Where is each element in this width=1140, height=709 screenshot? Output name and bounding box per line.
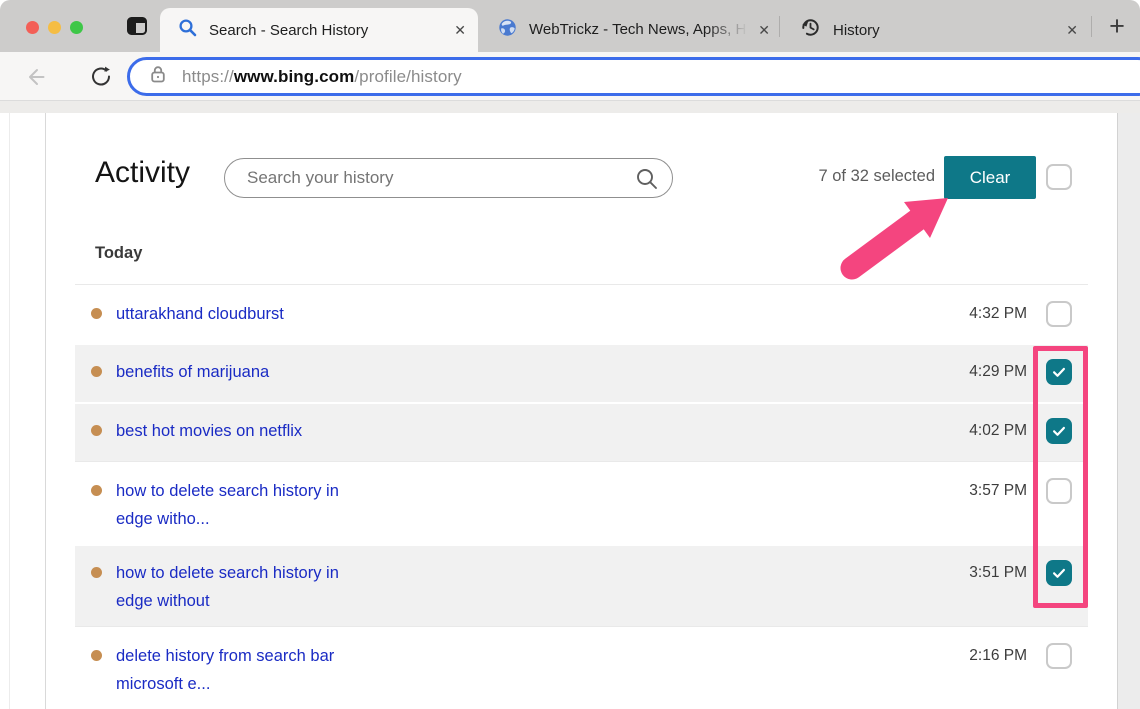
activity-panel: Activity 7 of 32 selected Clear Today ut… bbox=[75, 113, 1088, 709]
page-left-divider bbox=[9, 113, 10, 709]
history-query-link[interactable]: how to delete search history in edge wit… bbox=[116, 559, 362, 615]
url-scheme: https:// bbox=[182, 67, 234, 86]
result-dot-icon bbox=[91, 366, 102, 377]
history-list: uttarakhand cloudburst 4:32 PM benefits of… bbox=[75, 284, 1088, 709]
scrollbar-track[interactable] bbox=[1117, 113, 1140, 709]
address-bar[interactable]: https://www.bing.com/profile/history bbox=[127, 57, 1140, 96]
tab-webtrickz[interactable]: WebTrickz - Tech News, Apps, H ✕ bbox=[482, 8, 778, 52]
close-tab-icon[interactable]: ✕ bbox=[758, 22, 770, 39]
clear-button[interactable]: Clear bbox=[944, 156, 1036, 199]
history-time: 4:02 PM bbox=[969, 417, 1027, 445]
url-path: /profile/history bbox=[354, 67, 461, 86]
url-text: https://www.bing.com/profile/history bbox=[182, 67, 462, 87]
new-tab-button[interactable]: + bbox=[1098, 10, 1136, 42]
history-row: uttarakhand cloudburst 4:32 PM bbox=[75, 284, 1088, 343]
history-query-link[interactable]: best hot movies on netflix bbox=[116, 417, 302, 445]
result-dot-icon bbox=[91, 485, 102, 496]
close-window-button[interactable] bbox=[26, 21, 39, 34]
selection-status: 7 of 32 selected bbox=[819, 167, 936, 186]
history-clock-icon bbox=[800, 17, 821, 43]
history-time: 4:29 PM bbox=[969, 358, 1027, 386]
history-item-checkbox[interactable] bbox=[1046, 301, 1072, 327]
history-row: delete history from search bar microsoft… bbox=[75, 626, 1088, 709]
tab-bar: Search - Search History ✕ WebTrickz - Te… bbox=[0, 0, 1140, 52]
tab-search-history[interactable]: Search - Search History ✕ bbox=[160, 8, 478, 52]
result-dot-icon bbox=[91, 425, 102, 436]
close-tab-icon[interactable]: ✕ bbox=[454, 22, 466, 39]
history-time: 2:16 PM bbox=[969, 642, 1027, 670]
result-dot-icon bbox=[91, 567, 102, 578]
globe-favicon-icon bbox=[498, 18, 517, 42]
history-row: how to delete search history in edge wit… bbox=[75, 461, 1088, 544]
tab-history[interactable]: History ✕ bbox=[780, 8, 1090, 52]
browser-toolbar: https://www.bing.com/profile/history bbox=[0, 52, 1140, 101]
lock-icon bbox=[147, 63, 169, 90]
tab-separator bbox=[1091, 16, 1092, 37]
tab-title: Search - Search History bbox=[209, 22, 444, 39]
zoom-window-button[interactable] bbox=[70, 21, 83, 34]
history-query-link[interactable]: delete history from search bar microsoft… bbox=[116, 642, 362, 698]
result-dot-icon bbox=[91, 308, 102, 319]
tab-title: History bbox=[833, 22, 1056, 39]
tab-title: WebTrickz - Tech News, Apps, H bbox=[529, 21, 746, 38]
url-host: www.bing.com bbox=[234, 67, 355, 86]
page-header-strip bbox=[0, 101, 1140, 113]
page-left-divider bbox=[45, 113, 46, 709]
reload-icon[interactable] bbox=[90, 65, 113, 93]
section-header-today: Today bbox=[95, 244, 142, 263]
tab-overview-icon[interactable] bbox=[126, 15, 148, 37]
history-time: 4:32 PM bbox=[969, 300, 1027, 328]
browser-window: Search - Search History ✕ WebTrickz - Te… bbox=[0, 0, 1140, 709]
search-input[interactable] bbox=[247, 159, 627, 197]
history-search-box bbox=[224, 158, 673, 198]
history-row: best hot movies on netflix 4:02 PM bbox=[75, 402, 1088, 461]
page-title: Activity bbox=[95, 156, 190, 190]
history-query-link[interactable]: how to delete search history in edge wit… bbox=[116, 477, 362, 533]
annotation-highlight-rectangle bbox=[1033, 346, 1088, 608]
history-time: 3:57 PM bbox=[969, 477, 1027, 505]
close-tab-icon[interactable]: ✕ bbox=[1066, 22, 1078, 39]
history-query-link[interactable]: uttarakhand cloudburst bbox=[116, 300, 284, 328]
activity-header: Activity 7 of 32 selected Clear Today bbox=[75, 113, 1088, 284]
select-all-checkbox[interactable] bbox=[1046, 164, 1072, 190]
minimize-window-button[interactable] bbox=[48, 21, 61, 34]
history-item-checkbox[interactable] bbox=[1046, 643, 1072, 669]
history-row: benefits of marijuana 4:29 PM bbox=[75, 343, 1088, 402]
back-icon[interactable] bbox=[24, 65, 48, 94]
search-icon[interactable] bbox=[635, 167, 659, 196]
result-dot-icon bbox=[91, 650, 102, 661]
history-row: how to delete search history in edge wit… bbox=[75, 544, 1088, 626]
history-query-link[interactable]: benefits of marijuana bbox=[116, 358, 269, 386]
window-controls bbox=[26, 21, 83, 34]
history-time: 3:51 PM bbox=[969, 559, 1027, 587]
bing-search-icon bbox=[178, 18, 197, 42]
